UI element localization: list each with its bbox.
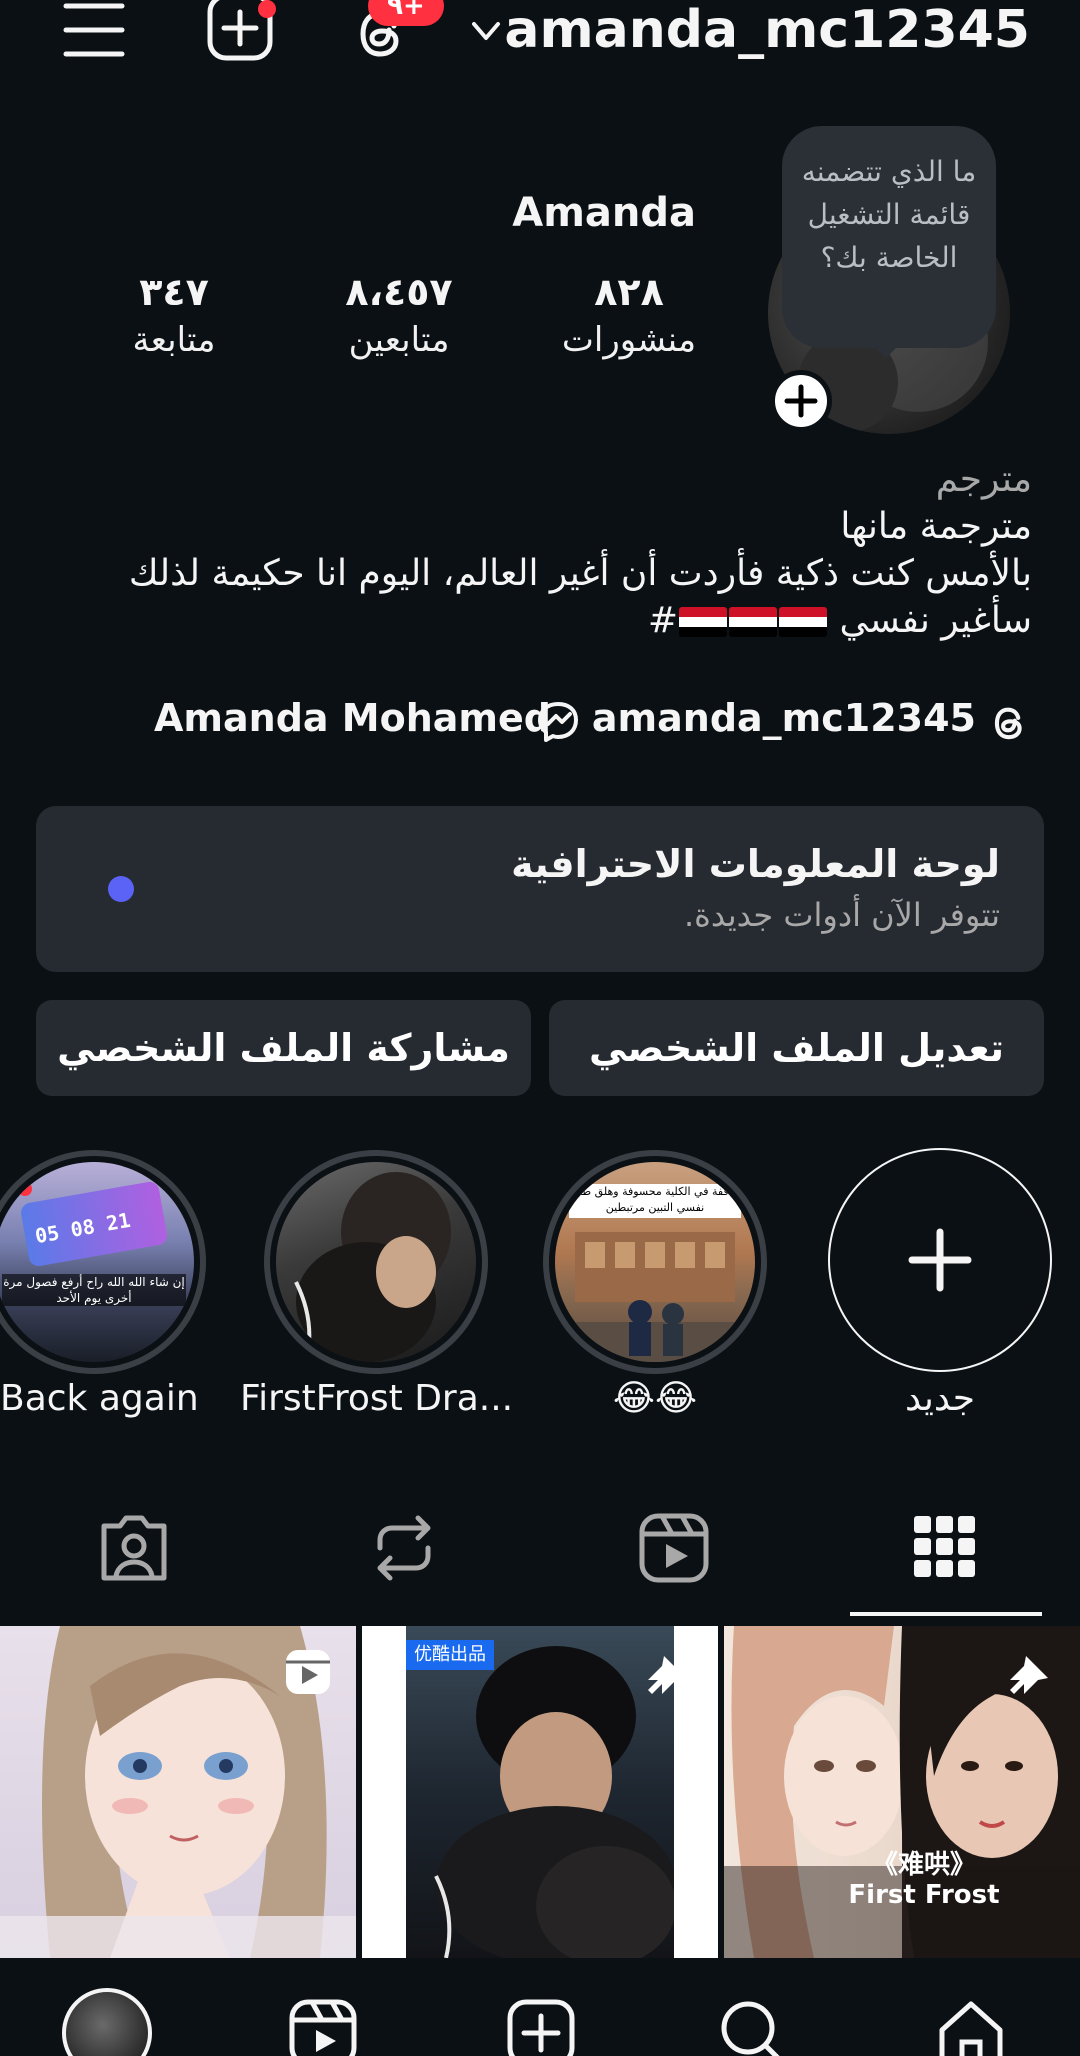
account-switcher-username[interactable]: amanda_mc12345: [504, 0, 1030, 60]
followers-stat[interactable]: ٨،٤٥٧ متابعين: [299, 268, 499, 364]
home-icon[interactable]: [936, 1998, 1006, 2056]
search-icon[interactable]: [718, 1998, 788, 2056]
story-caption: واقفة في الكلية محسوفة وهلق طلع نفسي الت…: [569, 1184, 741, 1218]
following-stat[interactable]: ٣٤٧ متابعة: [74, 268, 274, 364]
facebook-name: Amanda Mohamed: [154, 696, 551, 740]
display-name: Amanda: [512, 190, 696, 236]
posts-label: منشورات: [561, 320, 697, 360]
note-text: ما الذي تتضمنه قائمة التشغيل الخاصة بك؟: [801, 155, 977, 274]
post-title-cn: 《难哄》: [871, 1850, 976, 1880]
create-notification-dot: [258, 0, 276, 18]
tagged-tab-icon[interactable]: [96, 1510, 172, 1586]
note-bubble-tail: [868, 340, 904, 360]
active-tab-indicator: [850, 1612, 1042, 1616]
post-thumbnail[interactable]: 优酷出品: [362, 1626, 718, 1958]
following-label: متابعة: [132, 320, 216, 360]
egypt-flag-icon: [679, 607, 728, 637]
menu-icon[interactable]: [62, 0, 126, 64]
post-image: [406, 1626, 674, 1958]
story-caption: إن شاء الله الله راح أرفع فصول مرة أخرى …: [2, 1274, 186, 1306]
share-profile-button[interactable]: مشاركة الملف الشخصي: [36, 1000, 531, 1096]
following-count: ٣٤٧: [139, 270, 209, 314]
countdown-sticker: 05 08 21: [19, 1180, 169, 1268]
dashboard-subtitle: تتوفر الآن أدوات جديدة.: [683, 896, 1000, 934]
messenger-icon: [536, 700, 582, 744]
reels-icon[interactable]: [288, 1998, 358, 2056]
pin-icon: [1002, 1650, 1054, 1702]
highlight-label-new: جديد: [904, 1378, 976, 1419]
highlight-story[interactable]: واقفة في الكلية محسوفة وهلق طلع نفسي الت…: [543, 1150, 767, 1374]
followers-label: متابعين: [348, 320, 450, 360]
chevron-down-icon[interactable]: [466, 14, 506, 50]
create-icon[interactable]: [506, 1998, 576, 2056]
facebook-link[interactable]: Amanda Mohamed: [150, 690, 590, 746]
egypt-flag-icon: [729, 607, 778, 637]
new-indicator-dot: [108, 876, 134, 902]
highlight-label: Back again: [0, 1378, 199, 1419]
hashtag[interactable]: #: [648, 600, 678, 641]
highlight-story[interactable]: [264, 1150, 488, 1374]
egypt-flag-icon: [779, 607, 828, 637]
post-title-en: First Frost: [848, 1880, 1000, 1910]
post-thumbnail[interactable]: [0, 1626, 356, 1958]
bio: مترجم مترجمة مانها بالأمس كنت ذكية فأردت…: [32, 456, 1032, 644]
bio-line: سأغير نفسي #: [32, 597, 1032, 644]
reposts-tab-icon[interactable]: [366, 1510, 442, 1586]
grid-tab-icon[interactable]: [906, 1510, 982, 1586]
threads-icon: [988, 700, 1032, 744]
threads-handle: amanda_mc12345: [591, 696, 976, 740]
highlight-label: 😂😂: [612, 1378, 698, 1419]
posts-count: ٨٢٨: [594, 270, 664, 314]
professional-dashboard-card[interactable]: لوحة المعلومات الاحترافية تتوفر الآن أدو…: [36, 806, 1044, 972]
highlight-story[interactable]: 05 08 21 إن شاء الله الله راح أرفع فصول …: [0, 1150, 206, 1374]
profile-avatar[interactable]: [62, 1988, 152, 2056]
bottom-navigation: [0, 1958, 1080, 2056]
highlight-label: FirstFrost Dra...: [240, 1378, 514, 1419]
pin-icon: [640, 1650, 692, 1702]
reels-tab-icon[interactable]: [636, 1510, 712, 1586]
dashboard-title: لوحة المعلومات الاحترافية: [511, 842, 1000, 886]
add-story-badge[interactable]: [770, 370, 832, 432]
notification-badge: ٩+: [368, 0, 444, 26]
bio-text: سأغير نفسي: [839, 600, 1032, 641]
highlight-thumbnail: 05 08 21 إن شاء الله الله راح أرفع فصول …: [0, 1162, 194, 1362]
new-highlight-button[interactable]: [828, 1148, 1052, 1372]
top-bar: ٩+ amanda_mc12345: [0, 0, 1080, 70]
note-bubble[interactable]: ما الذي تتضمنه قائمة التشغيل الخاصة بك؟: [782, 126, 996, 348]
edit-profile-button[interactable]: تعديل الملف الشخصي: [549, 1000, 1044, 1096]
posts-stat[interactable]: ٨٢٨ منشورات: [529, 268, 729, 364]
story-dot: [18, 1182, 32, 1196]
highlight-thumbnail: واقفة في الكلية محسوفة وهلق طلع نفسي الت…: [555, 1162, 755, 1362]
post-thumbnail[interactable]: 《难哄》 First Frost: [724, 1626, 1080, 1958]
post-tag: 优酷出品: [406, 1640, 494, 1670]
bio-line: بالأمس كنت ذكية فأردت أن أغير العالم، ال…: [128, 553, 1032, 594]
highlight-thumbnail: [276, 1162, 476, 1362]
bio-category: مترجم: [935, 459, 1032, 500]
reel-icon: [282, 1646, 334, 1698]
followers-count: ٨،٤٥٧: [345, 270, 453, 314]
threads-link[interactable]: amanda_mc12345: [576, 690, 1056, 746]
bio-line: مترجمة مانها: [840, 506, 1032, 547]
